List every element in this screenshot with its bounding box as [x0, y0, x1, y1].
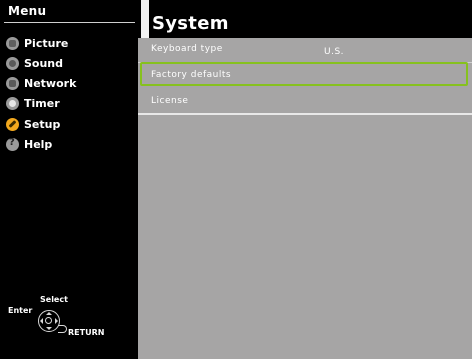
menu-item-label: Network: [24, 77, 77, 91]
row-label: Keyboard type: [151, 44, 223, 54]
menu-list: Picture Sound Network Timer Setup ? Help: [6, 33, 76, 155]
setup-icon: [6, 117, 19, 131]
row-keyboard-type[interactable]: Keyboard type U.S.: [138, 38, 472, 63]
menu-item-sound[interactable]: Sound: [6, 53, 76, 73]
page-title: System: [152, 13, 229, 34]
picture-icon: [6, 36, 19, 50]
menu-item-timer[interactable]: Timer: [6, 94, 76, 114]
network-icon: [6, 77, 19, 91]
row-value: U.S.: [324, 47, 345, 57]
menu-item-label: Setup: [24, 117, 61, 131]
sound-icon: [6, 56, 19, 70]
menu-item-help[interactable]: ? Help: [6, 134, 76, 154]
menu-item-network[interactable]: Network: [6, 74, 76, 94]
row-license[interactable]: License: [138, 90, 472, 115]
row-divider: [138, 113, 472, 115]
menu-item-label: Timer: [24, 97, 60, 111]
menu-title: Menu: [8, 4, 47, 18]
settings-panel: System Keyboard type U.S. Factory defaul…: [138, 0, 472, 359]
menu-item-setup[interactable]: Setup: [6, 114, 76, 134]
menu-item-picture[interactable]: Picture: [6, 33, 76, 53]
timer-icon: [6, 97, 19, 111]
selection-highlight: [140, 62, 468, 86]
enter-hint: Enter: [8, 306, 33, 315]
row-label: License: [151, 96, 189, 106]
help-icon: ?: [6, 137, 19, 151]
return-hint: RETURN: [68, 328, 105, 337]
navigation-pad-icon: [38, 310, 60, 332]
return-icon: [58, 325, 67, 333]
menu-item-label: Picture: [24, 36, 69, 50]
menu-divider: [4, 22, 135, 23]
ok-dot-icon: [45, 317, 52, 324]
header-accent-bar: [141, 0, 149, 38]
panel-header: System: [138, 0, 472, 38]
menu-item-label: Sound: [24, 56, 64, 70]
sidebar-menu: Menu Picture Sound Network Timer Setup ?…: [0, 0, 138, 359]
menu-item-label: Help: [24, 137, 53, 151]
select-hint: Select: [40, 295, 68, 304]
